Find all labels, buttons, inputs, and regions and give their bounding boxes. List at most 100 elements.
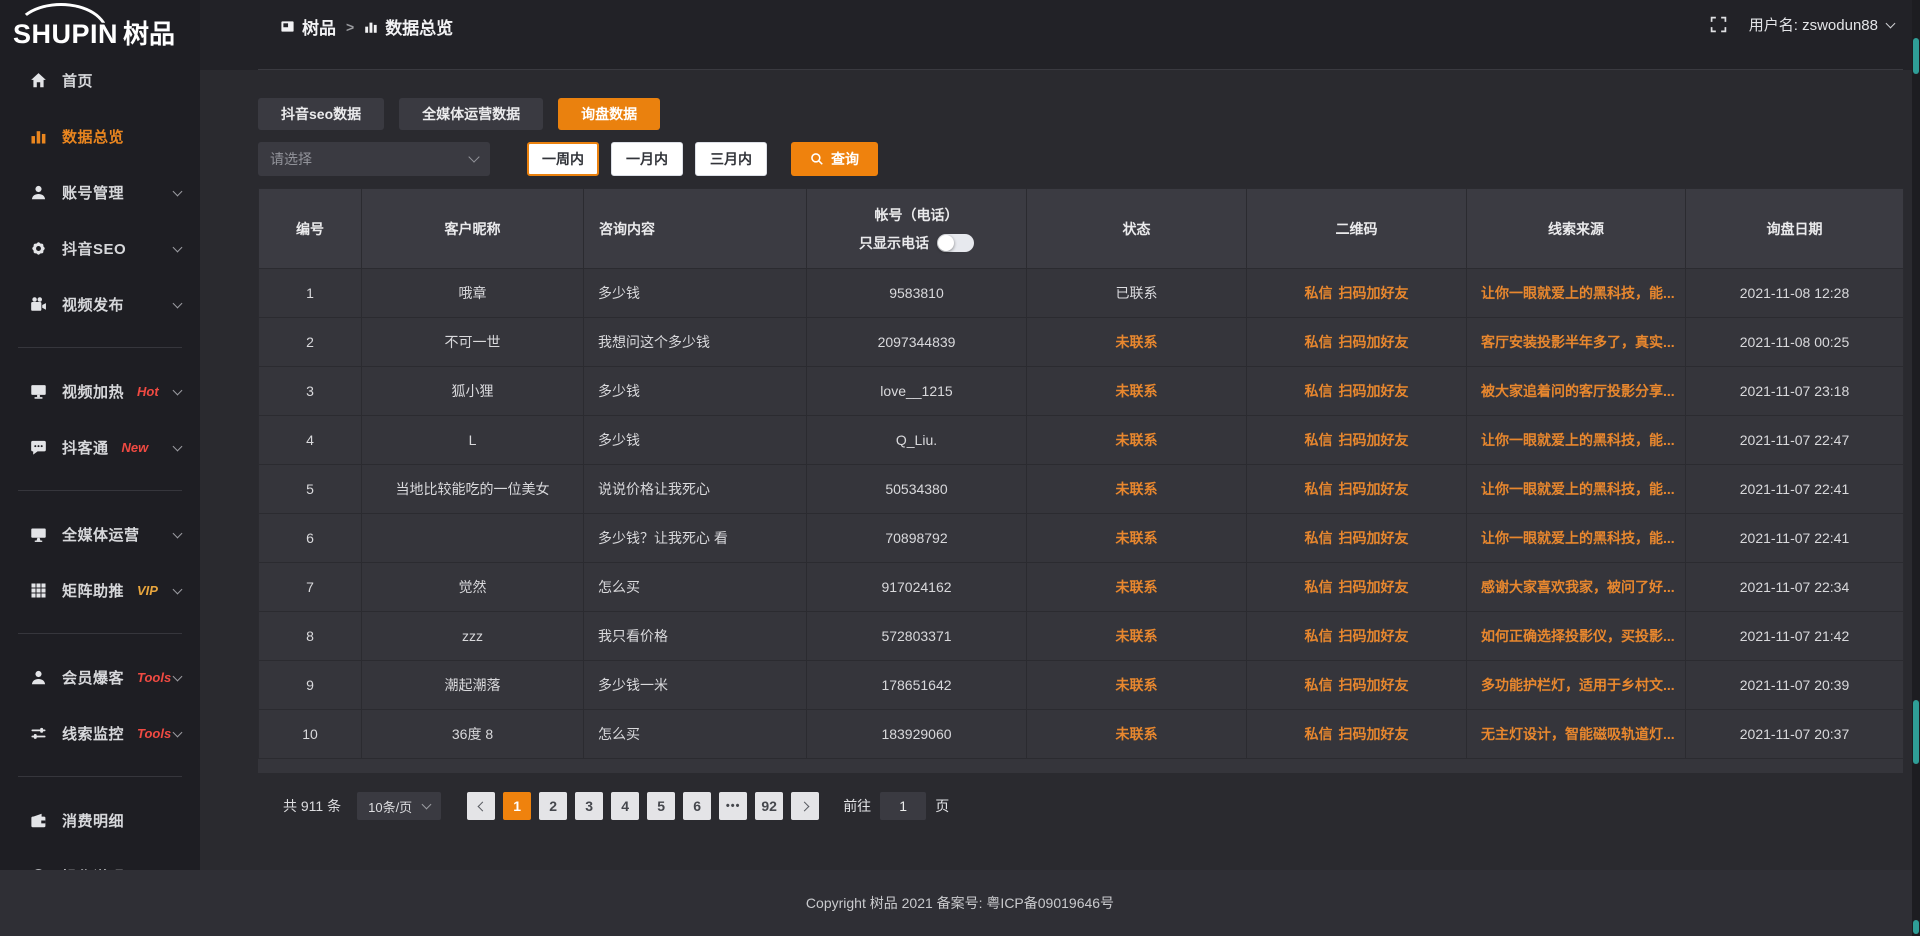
sidebar-item-label: 全媒体运营	[62, 524, 140, 545]
vertical-scrollbar[interactable]	[1912, 0, 1920, 936]
cell-source[interactable]: 无主灯设计，智能磁吸轨道灯...	[1467, 710, 1686, 759]
sidebar-item-label: 视频发布	[62, 294, 124, 315]
more-pages-button[interactable]: •••	[719, 792, 747, 820]
scan-add-friend-link[interactable]: 扫码加好友	[1339, 381, 1409, 401]
prev-page-button[interactable]	[467, 792, 495, 820]
private-message-link[interactable]: 私信	[1305, 479, 1333, 499]
private-message-link[interactable]: 私信	[1305, 528, 1333, 548]
sidebar-item-omnimedia-operation[interactable]: 全媒体运营	[0, 506, 200, 562]
scan-add-friend-link[interactable]: 扫码加好友	[1339, 283, 1409, 303]
sidebar-item-douyin-seo[interactable]: 抖音SEO	[0, 220, 200, 276]
cell-source[interactable]: 让你一眼就爱上的黑科技，能...	[1467, 465, 1686, 514]
user-menu[interactable]: 用户名: zswodun88	[1749, 14, 1894, 35]
breadcrumb-current-label: 数据总览	[385, 14, 453, 39]
cell-source[interactable]: 客厅安装投影半年多了，真实...	[1467, 318, 1686, 367]
cell-source[interactable]: 感谢大家喜欢我家，被问了好...	[1467, 563, 1686, 612]
sidebar-item-douketong[interactable]: 抖客通 New	[0, 419, 200, 475]
pagination: 共 911 条 10条/页 1 2 3 4 5 6 ••• 92 前往 页	[283, 792, 1903, 820]
page-button-5[interactable]: 5	[647, 792, 675, 820]
cell-source[interactable]: 让你一眼就爱上的黑科技，能...	[1467, 416, 1686, 465]
scan-add-friend-link[interactable]: 扫码加好友	[1339, 577, 1409, 597]
page-button-6[interactable]: 6	[683, 792, 711, 820]
cell-status: 未联系	[1027, 563, 1247, 612]
sidebar-divider	[18, 347, 182, 348]
cell-source[interactable]: 让你一眼就爱上的黑科技，能...	[1467, 514, 1686, 563]
range-one-week-button[interactable]: 一周内	[527, 142, 599, 176]
search-button[interactable]: 查询	[791, 142, 878, 176]
person-icon	[27, 669, 49, 686]
scan-add-friend-link[interactable]: 扫码加好友	[1339, 528, 1409, 548]
private-message-link[interactable]: 私信	[1305, 381, 1333, 401]
next-page-button[interactable]	[791, 792, 819, 820]
page-button-2[interactable]: 2	[539, 792, 567, 820]
sidebar-item-member-baoke[interactable]: 会员爆客 Tools	[0, 649, 200, 705]
cell-id: 3	[259, 367, 362, 416]
sliders-icon	[27, 725, 49, 742]
chevron-down-icon	[173, 728, 183, 738]
table-row: 7 觉然 怎么买 917024162 未联系 私信扫码加好友 感谢大家喜欢我家，…	[259, 563, 1904, 612]
scan-add-friend-link[interactable]: 扫码加好友	[1339, 332, 1409, 352]
page-button-3[interactable]: 3	[575, 792, 603, 820]
breadcrumb-current[interactable]: 数据总览	[364, 14, 453, 39]
page-jump-input[interactable]	[880, 792, 926, 820]
scrollbar-thumb[interactable]	[1913, 700, 1919, 764]
page-button-1[interactable]: 1	[503, 792, 531, 820]
cell-date: 2021-11-07 22:41	[1686, 514, 1904, 563]
range-one-month-button[interactable]: 一月内	[611, 142, 683, 176]
range-three-months-button[interactable]: 三月内	[695, 142, 767, 176]
private-message-link[interactable]: 私信	[1305, 675, 1333, 695]
sidebar-item-label: 会员爆客	[62, 667, 124, 688]
cell-status: 未联系	[1027, 514, 1247, 563]
private-message-link[interactable]: 私信	[1305, 332, 1333, 352]
sidebar-item-label: 视频加热	[62, 381, 124, 402]
private-message-link[interactable]: 私信	[1305, 577, 1333, 597]
sidebar-item-data-overview[interactable]: 数据总览	[0, 108, 200, 164]
scan-add-friend-link[interactable]: 扫码加好友	[1339, 430, 1409, 450]
cell-id: 10	[259, 710, 362, 759]
breadcrumb-root[interactable]: 树品	[280, 14, 336, 39]
sidebar-item-home[interactable]: 首页	[0, 52, 200, 108]
sidebar-item-matrix-boost[interactable]: 矩阵助推 VIP	[0, 562, 200, 618]
grid-icon	[27, 582, 49, 599]
cell-source[interactable]: 被大家追着问的客厅投影分享...	[1467, 367, 1686, 416]
cell-source[interactable]: 让你一眼就爱上的黑科技，能...	[1467, 269, 1686, 318]
page-size-select[interactable]: 10条/页	[357, 792, 441, 820]
sidebar-item-video-heating[interactable]: 视频加热 Hot	[0, 363, 200, 419]
scrollbar-thumb[interactable]	[1913, 920, 1919, 934]
private-message-link[interactable]: 私信	[1305, 430, 1333, 450]
cell-source[interactable]: 多功能护栏灯，适用于乡村文...	[1467, 661, 1686, 710]
table-header-row: 编号 客户昵称 咨询内容 帐号（电话） 只显示电话 状态 二维码 线索来源	[259, 189, 1904, 269]
page-button-92[interactable]: 92	[755, 792, 783, 820]
sidebar-item-account-management[interactable]: 账号管理	[0, 164, 200, 220]
cell-content: 怎么买	[584, 710, 807, 759]
filter-bar: 请选择 一周内 一月内 三月内 查询	[258, 142, 1903, 176]
sidebar-item-consumption-details[interactable]: 消费明细	[0, 792, 200, 848]
scan-add-friend-link[interactable]: 扫码加好友	[1339, 479, 1409, 499]
fullscreen-icon[interactable]	[1710, 16, 1727, 33]
sidebar-item-video-publish[interactable]: 视频发布	[0, 276, 200, 332]
private-message-link[interactable]: 私信	[1305, 283, 1333, 303]
private-message-link[interactable]: 私信	[1305, 724, 1333, 744]
private-message-link[interactable]: 私信	[1305, 626, 1333, 646]
cell-nickname: 哦章	[362, 269, 584, 318]
filter-select[interactable]: 请选择	[258, 142, 490, 176]
cell-source[interactable]: 如何正确选择投影仪，买投影...	[1467, 612, 1686, 661]
scan-add-friend-link[interactable]: 扫码加好友	[1339, 675, 1409, 695]
cell-nickname: 当地比较能吃的一位美女	[362, 465, 584, 514]
toggle-knob	[938, 235, 954, 251]
jump-prefix-label: 前往	[843, 796, 871, 816]
cell-status: 未联系	[1027, 612, 1247, 661]
tab-douyin-seo-data[interactable]: 抖音seo数据	[258, 98, 384, 130]
tab-inquiry-data[interactable]: 询盘数据	[558, 98, 660, 130]
user-icon	[27, 184, 49, 201]
cell-account: 50534380	[807, 465, 1027, 514]
phone-only-toggle[interactable]	[937, 234, 974, 252]
tab-omnimedia-data[interactable]: 全媒体运营数据	[399, 98, 543, 130]
phone-only-label: 只显示电话	[859, 233, 929, 253]
page-button-4[interactable]: 4	[611, 792, 639, 820]
scan-add-friend-link[interactable]: 扫码加好友	[1339, 626, 1409, 646]
scan-add-friend-link[interactable]: 扫码加好友	[1339, 724, 1409, 744]
sidebar-item-clue-monitoring[interactable]: 线索监控 Tools	[0, 705, 200, 761]
scrollbar-thumb[interactable]	[1913, 38, 1919, 74]
cell-id: 7	[259, 563, 362, 612]
